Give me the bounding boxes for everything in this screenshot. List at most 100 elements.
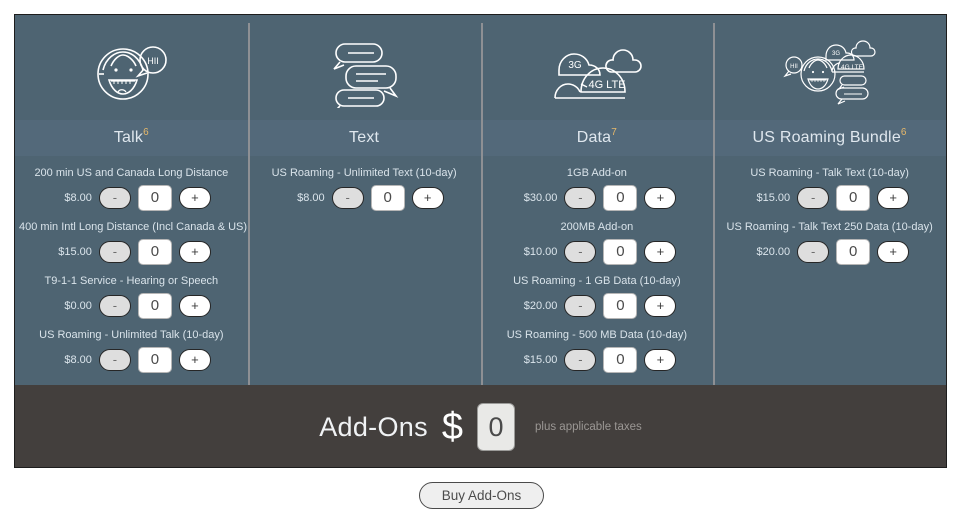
talk-bubble-text: HII <box>148 56 160 66</box>
addon-item: US Roaming - 500 MB Data (10-day) $15.00… <box>481 328 714 373</box>
addon-item: 200 min US and Canada Long Distance $8.0… <box>15 166 248 211</box>
decrement-button[interactable]: - <box>331 187 364 209</box>
addon-price: $15.00 <box>58 246 92 258</box>
addon-item: US Roaming - 1 GB Data (10-day) $20.00 -… <box>481 274 714 319</box>
addon-controls: $30.00 - 0 + <box>481 185 714 211</box>
quantity-value[interactable]: 0 <box>836 239 871 265</box>
addon-list-data: 1GB Add-on $30.00 - 0 + 200MB Add-on $10… <box>481 156 714 385</box>
roaming-bundle-combined-icon: HII 3G 4G LTE <box>713 15 946 120</box>
quantity-value[interactable]: 0 <box>137 239 172 265</box>
increment-button[interactable]: + <box>178 187 211 209</box>
decrement-button[interactable]: - <box>98 295 131 317</box>
addon-label: T9-1-1 Service - Hearing or Speech <box>44 275 219 287</box>
addon-label: 200MB Add-on <box>560 221 634 233</box>
increment-button[interactable]: + <box>644 349 677 371</box>
addon-column-us-roaming-bundle: HII 3G 4G LTE US Roaming Bundle 6 US Roa… <box>713 15 946 385</box>
decrement-button[interactable]: - <box>98 241 131 263</box>
increment-button[interactable]: + <box>877 241 910 263</box>
column-title-data: Data 7 <box>480 120 714 156</box>
bundle-3g-label: 3G <box>832 51 840 57</box>
increment-button[interactable]: + <box>411 187 444 209</box>
addon-list-us-roaming-bundle: US Roaming - Talk Text (10-day) $15.00 -… <box>713 156 946 385</box>
tax-note: plus applicable taxes <box>535 421 642 433</box>
quantity-value[interactable]: 0 <box>370 185 405 211</box>
column-title-superscript: 7 <box>611 126 618 138</box>
decrement-button[interactable]: - <box>564 295 597 317</box>
addon-item: US Roaming - Talk Text (10-day) $15.00 -… <box>713 166 946 211</box>
addon-label: US Roaming - Talk Text (10-day) <box>750 167 909 179</box>
decrement-button[interactable]: - <box>797 241 830 263</box>
addon-price: $20.00 <box>523 300 558 312</box>
addon-list-talk: 200 min US and Canada Long Distance $8.0… <box>15 156 248 385</box>
column-title-superscript: 6 <box>143 126 149 138</box>
addon-price: $30.00 <box>523 192 558 204</box>
addon-item: US Roaming - Talk Text 250 Data (10-day)… <box>713 220 946 265</box>
increment-button[interactable]: + <box>178 241 211 263</box>
quantity-value[interactable]: 0 <box>137 293 172 319</box>
addon-price: $8.00 <box>64 354 92 366</box>
increment-button[interactable]: + <box>644 187 677 209</box>
data-3g-label: 3G <box>568 60 582 71</box>
addons-total-bar: Add-Ons $ 0 plus applicable taxes <box>15 385 946 467</box>
addon-label: US Roaming - 1 GB Data (10-day) <box>513 275 681 287</box>
increment-button[interactable]: + <box>644 241 677 263</box>
decrement-button[interactable]: - <box>797 187 830 209</box>
addon-item: 400 min Intl Long Distance (Incl Canada … <box>15 220 248 265</box>
addon-controls: $20.00 - 0 + <box>481 293 714 319</box>
decrement-button[interactable]: - <box>564 241 597 263</box>
addon-list-text: US Roaming - Unlimited Text (10-day) $8.… <box>248 156 481 385</box>
addon-label: US Roaming - Talk Text 250 Data (10-day) <box>726 221 933 233</box>
increment-button[interactable]: + <box>877 187 910 209</box>
addons-page: HII Talk 6 200 min US and Canada Long Dis… <box>0 0 963 524</box>
addon-controls: $15.00 - 0 + <box>713 185 946 211</box>
decrement-button[interactable]: - <box>564 187 597 209</box>
column-title-text: US Roaming Bundle <box>752 129 901 146</box>
addon-controls: $10.00 - 0 + <box>481 239 714 265</box>
decrement-button[interactable]: - <box>98 187 131 209</box>
addon-price: $8.00 <box>64 192 92 204</box>
decrement-button[interactable]: - <box>98 349 131 371</box>
quantity-value[interactable]: 0 <box>836 185 871 211</box>
total-label: Add-Ons <box>319 411 428 442</box>
addon-columns: HII Talk 6 200 min US and Canada Long Dis… <box>15 15 946 385</box>
increment-button[interactable]: + <box>178 349 211 371</box>
quantity-value[interactable]: 0 <box>137 185 172 211</box>
data-clouds-3g-4glte-icon: 3G 4G LTE <box>481 15 714 120</box>
total-amount-value: 0 <box>477 403 516 451</box>
addon-item: 200MB Add-on $10.00 - 0 + <box>481 220 714 265</box>
column-title-us-roaming-bundle: US Roaming Bundle 6 <box>713 120 946 156</box>
addon-item: US Roaming - Unlimited Talk (10-day) $8.… <box>15 328 248 373</box>
addon-controls: $0.00 - 0 + <box>15 293 248 319</box>
addon-controls: $15.00 - 0 + <box>15 239 248 265</box>
quantity-value[interactable]: 0 <box>603 293 638 319</box>
addon-label: 1GB Add-on <box>566 167 627 179</box>
column-title-superscript: 6 <box>900 126 907 138</box>
addon-label: US Roaming - 500 MB Data (10-day) <box>506 329 688 341</box>
addon-column-talk: HII Talk 6 200 min US and Canada Long Dis… <box>15 15 248 385</box>
addon-column-text: Text US Roaming - Unlimited Text (10-day… <box>247 15 481 385</box>
bundle-talk-bubble-text: HII <box>790 64 798 70</box>
data-4glte-label: 4G LTE <box>588 79 625 91</box>
quantity-value[interactable]: 0 <box>603 239 638 265</box>
column-title-text: Text <box>349 129 380 146</box>
addon-label: 200 min US and Canada Long Distance <box>34 167 229 179</box>
increment-button[interactable]: + <box>644 295 677 317</box>
column-title-text: Talk <box>113 129 144 146</box>
addon-controls: $20.00 - 0 + <box>713 239 946 265</box>
decrement-button[interactable]: - <box>564 349 597 371</box>
quantity-value[interactable]: 0 <box>137 347 172 373</box>
buy-addons-button[interactable]: Buy Add-Ons <box>418 482 545 509</box>
buy-button-container: Buy Add-Ons <box>0 482 963 509</box>
addon-label: US Roaming - Unlimited Talk (10-day) <box>39 329 224 341</box>
addon-controls: $8.00 - 0 + <box>15 185 248 211</box>
column-title-talk: Talk 6 <box>15 120 248 156</box>
addon-item: US Roaming - Unlimited Text (10-day) $8.… <box>248 166 481 211</box>
addon-item: 1GB Add-on $30.00 - 0 + <box>481 166 714 211</box>
quantity-value[interactable]: 0 <box>603 347 638 373</box>
increment-button[interactable]: + <box>178 295 211 317</box>
addon-price: $8.00 <box>297 192 325 204</box>
addon-item: T9-1-1 Service - Hearing or Speech $0.00… <box>15 274 248 319</box>
addon-label: 400 min Intl Long Distance (Incl Canada … <box>19 221 248 233</box>
quantity-value[interactable]: 0 <box>603 185 638 211</box>
talk-face-speech-bubble-icon: HII <box>15 15 248 120</box>
